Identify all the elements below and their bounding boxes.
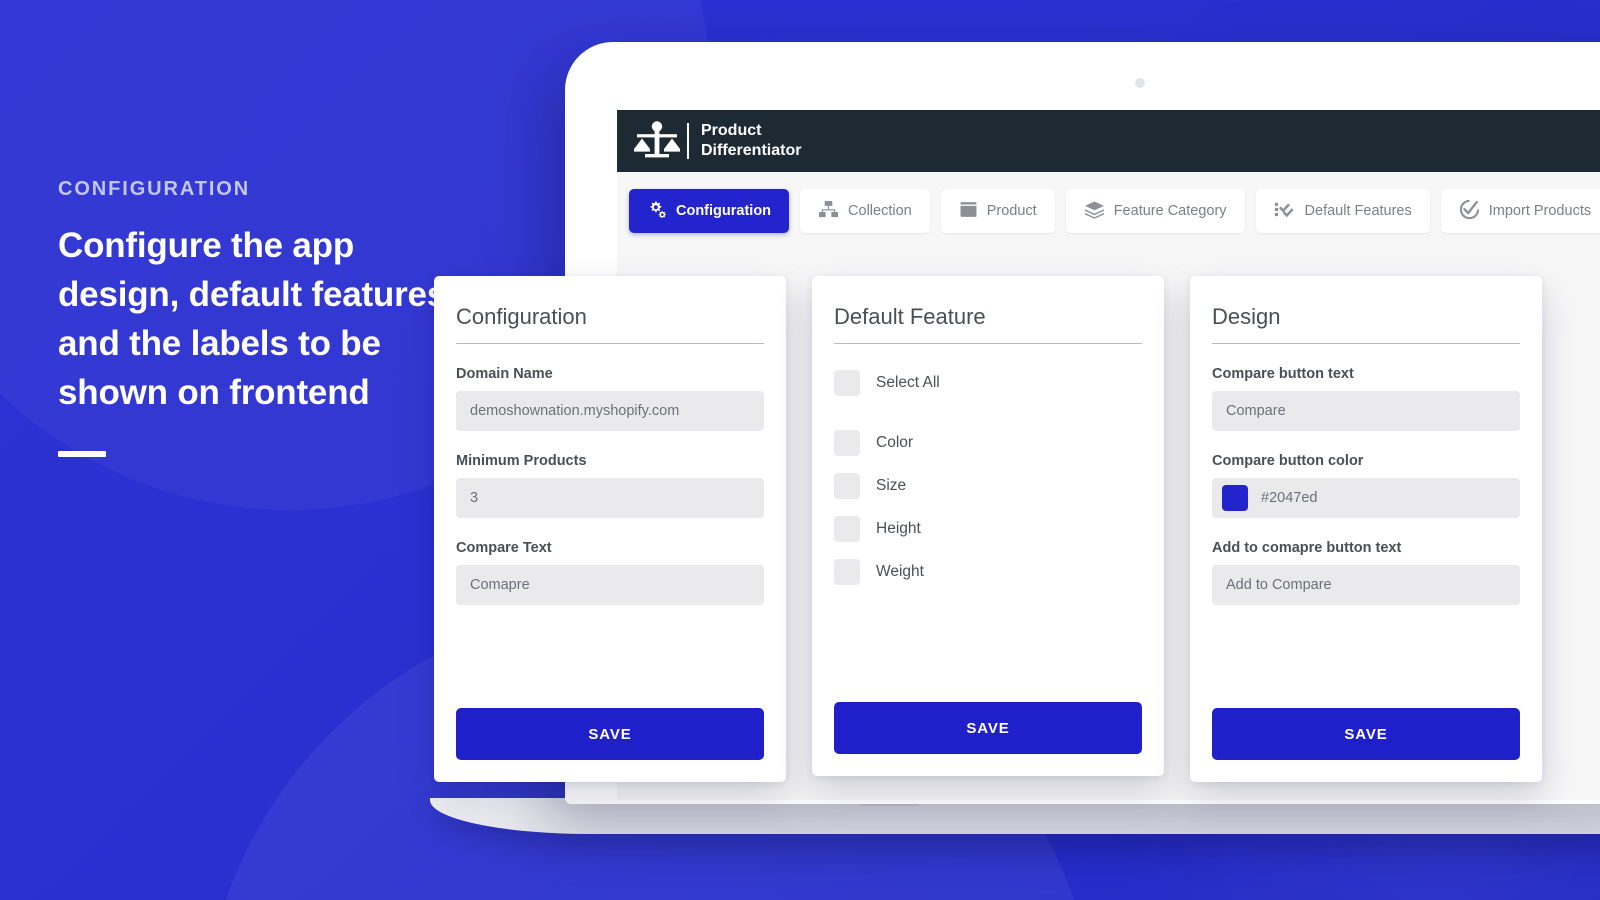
sitemap-icon <box>818 200 839 223</box>
color-checkbox[interactable] <box>834 430 860 456</box>
box-icon <box>959 200 978 223</box>
checkbox-label: Height <box>876 520 921 537</box>
logo-divider <box>687 123 689 159</box>
cards-container: Configuration Domain Name demoshownation… <box>434 276 1542 782</box>
checkbox-label: Size <box>876 477 907 494</box>
compare-button-color-input[interactable]: #2047ed <box>1212 478 1520 518</box>
checkbox-row-size[interactable]: Size <box>834 473 1142 499</box>
checkbox-row-select-all[interactable]: Select All <box>834 370 1142 396</box>
field-label: Add to comapre button text <box>1212 540 1402 556</box>
card-title: Design <box>1212 304 1520 344</box>
save-button-configuration[interactable]: SAVE <box>456 708 764 760</box>
hero-section: CONFIGURATION Configure the app design, … <box>58 178 458 457</box>
feature-checkbox-list: Select All Color Size Height Weight <box>834 370 1142 602</box>
checkbox-label: Color <box>876 434 914 451</box>
field-label: Compare Text <box>456 540 552 556</box>
compare-button-text-field: Compare button text Compare <box>1212 366 1520 431</box>
select-all-checkbox[interactable] <box>834 370 860 396</box>
size-checkbox[interactable] <box>834 473 860 499</box>
add-to-compare-text-field: Add to comapre button text Add to Compar… <box>1212 540 1520 605</box>
minimum-products-input[interactable]: 3 <box>456 478 764 518</box>
tab-configuration[interactable]: Configuration <box>629 189 790 233</box>
card-title: Configuration <box>456 304 764 344</box>
check-circle-icon <box>1459 199 1480 224</box>
color-swatch[interactable] <box>1222 485 1248 511</box>
checkbox-label: Weight <box>876 563 924 580</box>
domain-name-input[interactable]: demoshownation.myshopify.com <box>456 391 764 431</box>
checkbox-row-weight[interactable]: Weight <box>834 559 1142 585</box>
tab-feature-category[interactable]: Feature Category <box>1065 189 1245 233</box>
checkbox-row-color[interactable]: Color <box>834 430 1142 456</box>
app-header-bar: Product Differentiator <box>617 110 1600 172</box>
save-button-design[interactable]: SAVE <box>1212 708 1520 760</box>
design-card: Design Compare button text Compare Compa… <box>1190 276 1542 782</box>
compare-text-input[interactable]: Comapre <box>456 565 764 605</box>
hero-underline-rule <box>58 451 106 457</box>
tab-label: Import Products <box>1488 203 1592 219</box>
compare-button-text-input[interactable]: Compare <box>1212 391 1520 431</box>
configuration-card: Configuration Domain Name demoshownation… <box>434 276 786 782</box>
tablet-camera-dot <box>1135 78 1145 88</box>
tab-label: Product <box>986 203 1037 219</box>
checkbox-label: Select All <box>876 374 940 391</box>
add-to-compare-text-input[interactable]: Add to Compare <box>1212 565 1520 605</box>
tab-default-features[interactable]: Default Features <box>1255 189 1430 233</box>
save-button-default-feature[interactable]: SAVE <box>834 702 1142 754</box>
app-tab-bar: Configuration Collection Product Feature… <box>617 172 1600 233</box>
gears-icon <box>647 200 667 222</box>
list-check-icon <box>1274 200 1296 223</box>
compare-button-color-field: Compare button color #2047ed <box>1212 453 1520 518</box>
field-label: Minimum Products <box>456 453 587 469</box>
compare-text-field: Compare Text Comapre <box>456 540 764 605</box>
default-feature-card: Default Feature Select All Color Size He… <box>812 276 1164 776</box>
balance-scale-icon <box>631 120 683 162</box>
tab-label: Feature Category <box>1113 203 1227 219</box>
layers-icon <box>1084 200 1105 223</box>
hero-title: Configure the app design, default featur… <box>58 226 447 412</box>
app-brand-name: Product Differentiator <box>701 122 802 159</box>
color-hex-value: #2047ed <box>1261 490 1318 506</box>
height-checkbox[interactable] <box>834 516 860 542</box>
hero-eyebrow: CONFIGURATION <box>58 178 251 200</box>
card-title: Default Feature <box>834 304 1142 344</box>
tab-label: Default Features <box>1304 203 1412 219</box>
minimum-products-field: Minimum Products 3 <box>456 453 764 518</box>
checkbox-row-height[interactable]: Height <box>834 516 1142 542</box>
field-label: Domain Name <box>456 366 553 382</box>
domain-name-field: Domain Name demoshownation.myshopify.com <box>456 366 764 431</box>
field-label: Compare button text <box>1212 366 1354 382</box>
weight-checkbox[interactable] <box>834 559 860 585</box>
tab-label: Configuration <box>676 203 772 219</box>
tab-product[interactable]: Product <box>940 189 1055 233</box>
tab-import-products[interactable]: Import Products <box>1440 189 1600 233</box>
field-label: Compare button color <box>1212 453 1364 469</box>
tab-collection[interactable]: Collection <box>800 189 930 233</box>
tab-label: Collection <box>848 203 912 219</box>
